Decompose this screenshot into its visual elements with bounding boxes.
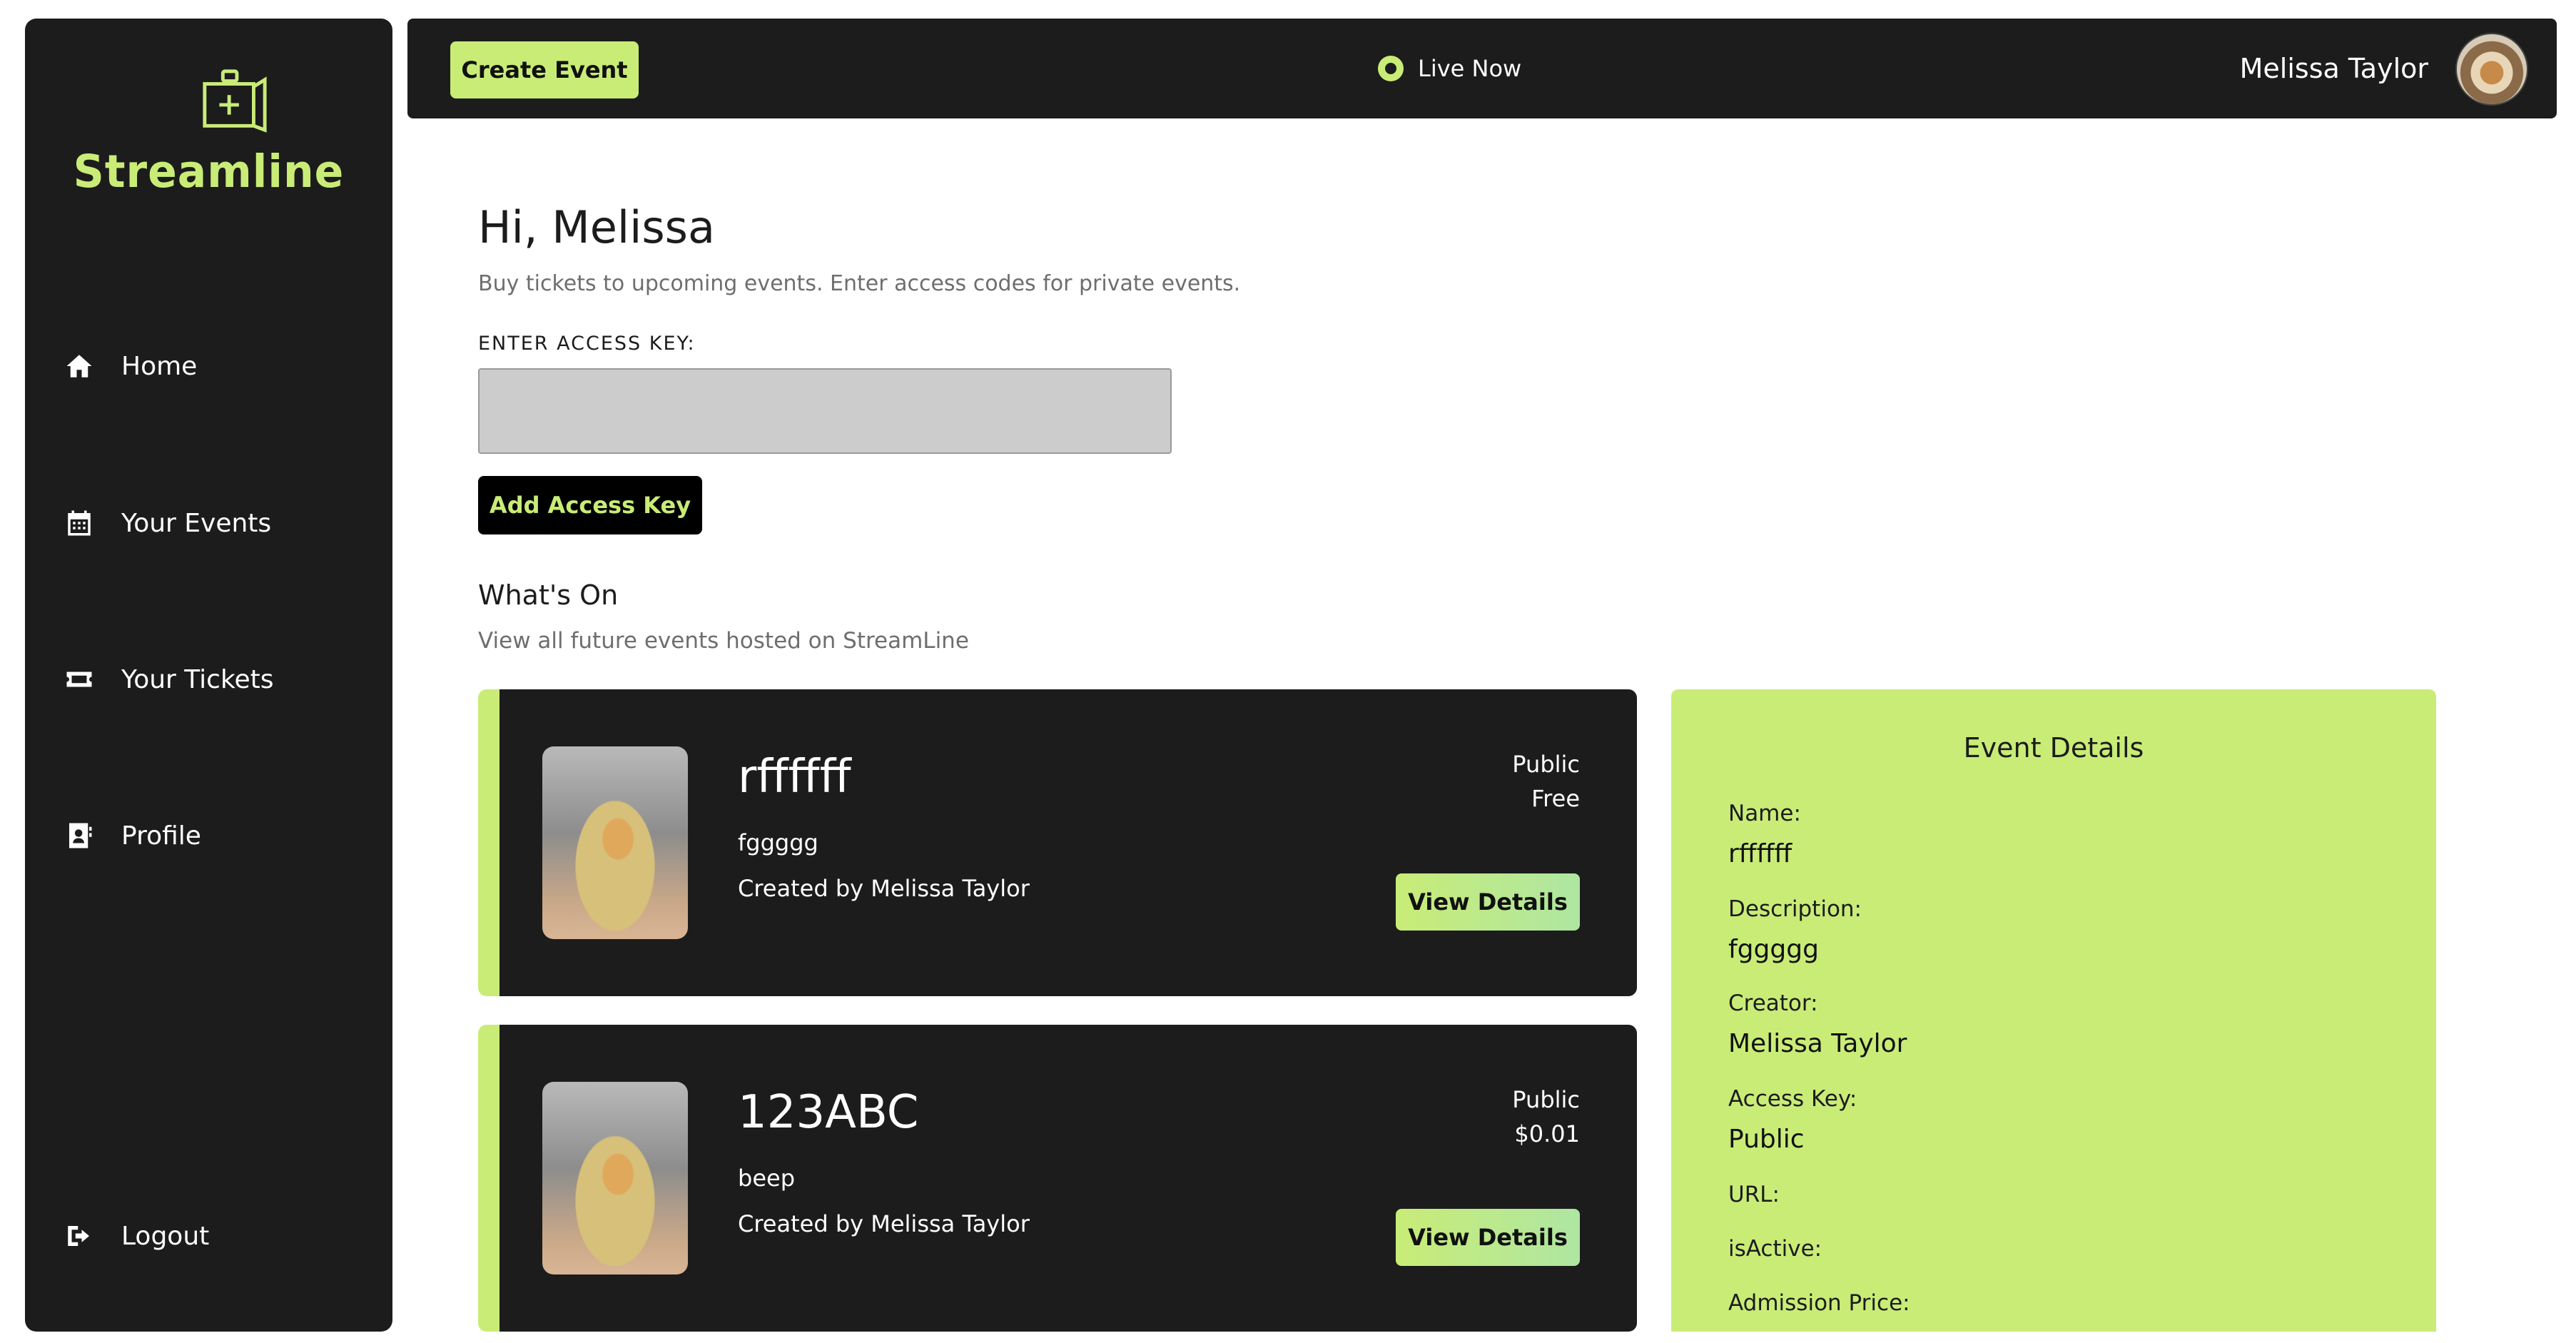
live-now-label: Live Now [1418, 55, 1522, 82]
page-title: Hi, Melissa [478, 201, 715, 253]
contact-card-icon [69, 823, 92, 848]
sidebar-item-label: Profile [121, 821, 201, 851]
event-thumbnail [542, 746, 688, 939]
access-key-value: Public [1728, 1125, 1805, 1154]
logo-icon [203, 69, 267, 133]
sidebar-item-your-tickets[interactable]: Your Tickets [64, 651, 364, 708]
event-price: $0.01 [1514, 1120, 1580, 1147]
sidebar-item-home[interactable]: Home [64, 338, 364, 395]
event-price: Free [1531, 785, 1580, 812]
sidebar-item-label: Your Events [121, 508, 272, 538]
sidebar-item-your-events[interactable]: Your Events [64, 495, 364, 552]
event-visibility: Public [1512, 1086, 1580, 1113]
creator-value: Melissa Taylor [1728, 1029, 1907, 1058]
name-label: Name: [1728, 801, 1801, 826]
event-creator: Created by Melissa Taylor [738, 875, 1030, 902]
description-label: Description: [1728, 896, 1862, 922]
sidebar-item-label: Your Tickets [121, 664, 274, 694]
is-active-label: isActive: [1728, 1236, 1822, 1262]
view-details-button[interactable]: View Details [1396, 873, 1580, 931]
creator-label: Creator: [1728, 990, 1818, 1016]
event-card: rffffff fggggg Created by Melissa Taylor… [478, 689, 1637, 996]
section-title: What's On [478, 579, 619, 611]
top-bar: Create Event Live Now Melissa Taylor [407, 19, 2557, 118]
user-name: Melissa Taylor [2239, 53, 2428, 84]
sidebar-item-label: Home [121, 351, 198, 381]
add-access-key-button[interactable]: Add Access Key [478, 476, 702, 534]
event-description: fggggg [738, 829, 818, 856]
event-creator: Created by Melissa Taylor [738, 1210, 1030, 1237]
sidebar-item-profile[interactable]: Profile [64, 807, 364, 864]
event-title: rffffff [738, 751, 851, 804]
logo-text: Streamline [73, 146, 345, 198]
home-icon [66, 355, 92, 377]
access-key-input[interactable] [478, 368, 1172, 454]
live-dot-icon [1378, 56, 1404, 81]
event-visibility: Public [1512, 751, 1580, 778]
sidebar-item-logout[interactable]: Logout [64, 1207, 364, 1265]
event-details-panel: Event Details Name: rffffff Description:… [1671, 689, 2436, 1332]
admission-price-label: Admission Price: [1728, 1290, 1910, 1316]
calendar-icon [68, 510, 91, 536]
avatar[interactable] [2455, 33, 2528, 106]
live-now-indicator[interactable]: Live Now [1378, 47, 1521, 90]
event-title: 123ABC [738, 1086, 919, 1139]
view-details-button[interactable]: View Details [1396, 1209, 1580, 1266]
description-value: fggggg [1728, 935, 1819, 964]
event-card: 123ABC beep Created by Melissa Taylor Pu… [478, 1025, 1637, 1332]
section-subtitle: View all future events hosted on StreamL… [478, 628, 969, 654]
access-key-label: Access Key: [1728, 1086, 1857, 1112]
sidebar-item-label: Logout [121, 1221, 210, 1251]
ticket-icon [66, 672, 92, 687]
access-key-label: ENTER ACCESS KEY: [478, 333, 696, 355]
create-event-button[interactable]: Create Event [450, 41, 639, 98]
details-title: Event Details [1963, 732, 2144, 764]
page-subtitle: Buy tickets to upcoming events. Enter ac… [478, 271, 1241, 296]
logout-icon [68, 1226, 89, 1246]
sidebar: Streamline Home Your Events Your Tickets… [25, 19, 392, 1332]
event-thumbnail [542, 1082, 688, 1274]
event-description: beep [738, 1165, 795, 1192]
url-label: URL: [1728, 1182, 1780, 1207]
name-value: rffffff [1728, 839, 1792, 868]
